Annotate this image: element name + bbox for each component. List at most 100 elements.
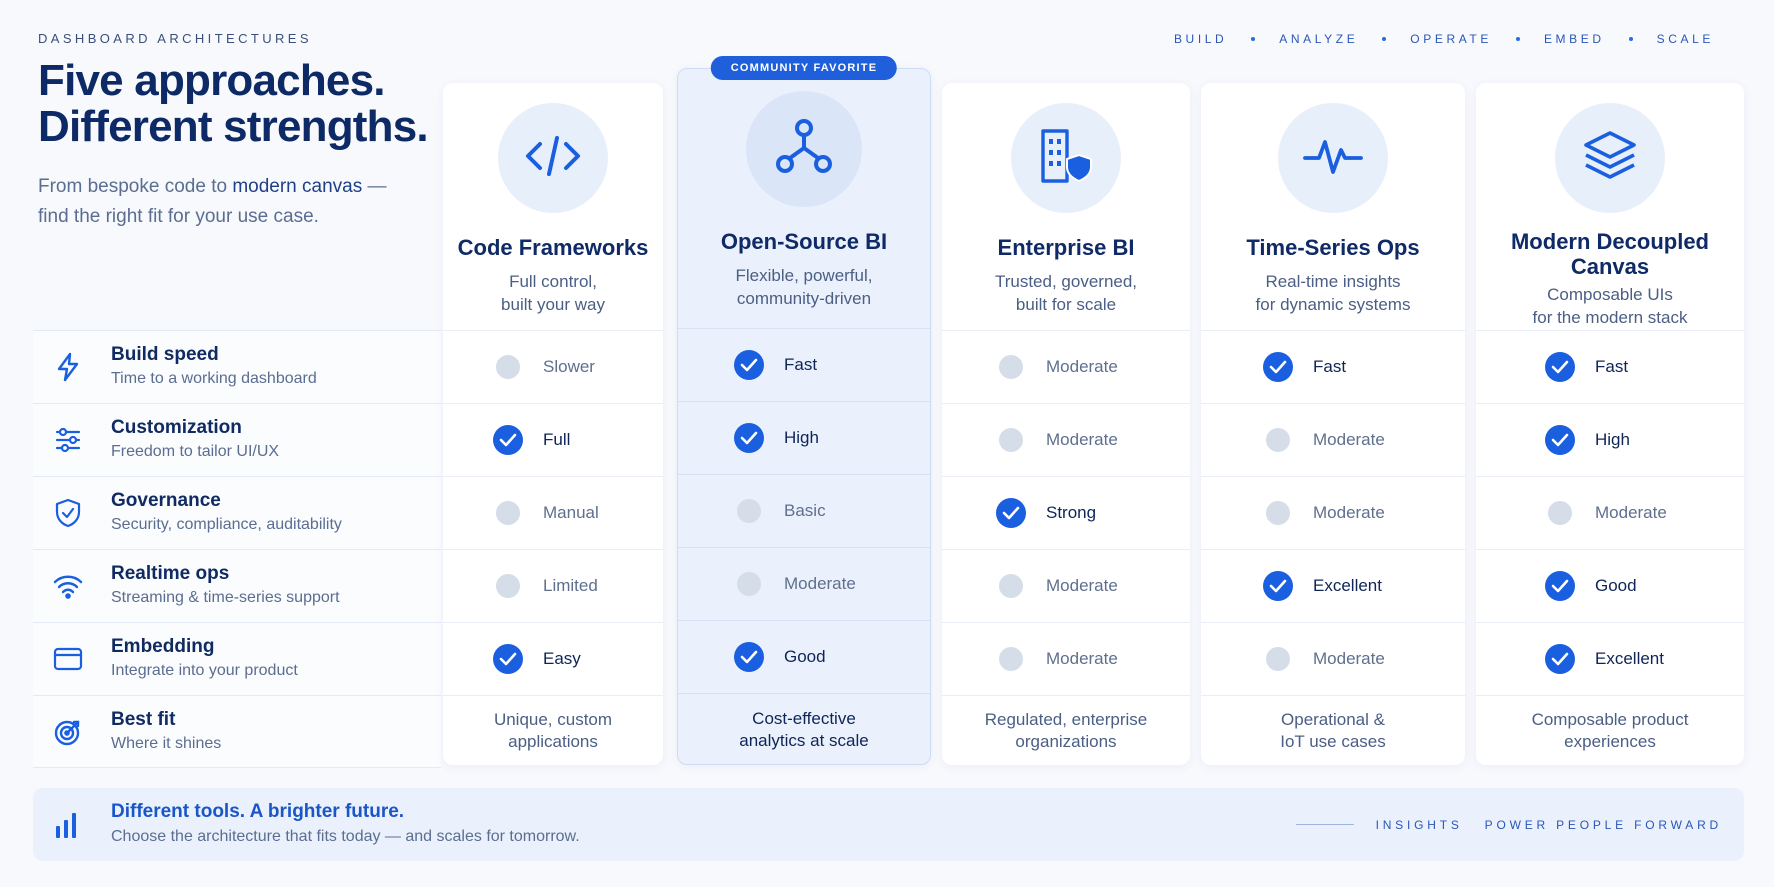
cell-best-fit: Cost-effective analytics at scale (678, 693, 930, 765)
code-icon (522, 134, 584, 183)
cell-customization: Full (443, 403, 663, 476)
subtitle-pre: From bespoke code to (38, 176, 233, 197)
row-label-customization: Customization Freedom to tailor UI/UX (33, 403, 441, 476)
cell-value: Fast (784, 355, 818, 374)
eyebrow-label: DASHBOARD ARCHITECTURES (38, 31, 312, 46)
column-header: Code Frameworks Full control, built your … (443, 83, 663, 330)
nav-build[interactable]: BUILD (1174, 32, 1227, 46)
cell-value: Moderate (1046, 649, 1118, 668)
subtitle-line: for dynamic systems (1255, 295, 1411, 314)
subtitle-line: community-driven (736, 289, 872, 308)
cell-embedding: Good (678, 620, 930, 693)
check-icon (1545, 571, 1575, 601)
neutral-dot-icon (999, 647, 1023, 671)
sliders-icon (53, 425, 83, 455)
column-subtitle: Trusted, governed, built for scale (942, 270, 1190, 316)
row-labels: Build speed Time to a working dashboard C… (33, 330, 441, 768)
fit-line: Unique, custom (493, 709, 613, 729)
cell-value: Easy (543, 649, 581, 668)
cell-realtime-ops: Excellent (1201, 549, 1465, 622)
row-desc: Integrate into your product (111, 662, 298, 679)
top-nav: BUILD ANALYZE OPERATE EMBED SCALE (1174, 32, 1714, 46)
column-title: Modern Decoupled Canvas (1510, 229, 1709, 279)
building-shield-icon (1035, 125, 1097, 192)
browser-window-icon (53, 644, 83, 674)
cell-value: Limited (543, 576, 598, 595)
cell-value: Moderate (1046, 576, 1118, 595)
row-title: Best fit (111, 708, 176, 730)
row-title: Embedding (111, 636, 215, 657)
cell-value: Fast (1313, 357, 1347, 376)
column-modern-decoupled-canvas: Modern Decoupled Canvas Composable UIs fo… (1476, 83, 1744, 765)
row-title: Build speed (111, 344, 219, 365)
fit-line: applications (508, 731, 598, 751)
subtitle-line: Real-time insights (1265, 272, 1401, 291)
cell-build-speed: Fast (1201, 330, 1465, 403)
page-subtitle: From bespoke code to modern canvas — fin… (38, 172, 418, 232)
cell-embedding: Moderate (942, 622, 1190, 695)
cell-value: Excellent (1313, 576, 1382, 595)
row-title: Realtime ops (111, 563, 230, 584)
column-title: Open-Source BI (720, 229, 888, 254)
fit-line: Cost-effective (752, 708, 856, 728)
check-icon (734, 642, 764, 672)
cell-value: Slower (543, 357, 595, 376)
fit-line: Composable product (1531, 709, 1689, 729)
cell-embedding: Moderate (1201, 622, 1465, 695)
cell-embedding: Easy (443, 622, 663, 695)
nav-scale[interactable]: SCALE (1657, 32, 1714, 46)
subtitle-line: Flexible, powerful, (735, 266, 873, 285)
nav-embed[interactable]: EMBED (1544, 32, 1605, 46)
cell-governance: Strong (942, 476, 1190, 549)
subtitle-line: Full control, (509, 272, 597, 291)
row-label-build-speed: Build speed Time to a working dashboard (33, 330, 441, 403)
page-title-line-2: Different strengths. (38, 102, 429, 151)
cell-governance: Basic (678, 474, 930, 547)
cell-value: Moderate (1313, 649, 1385, 668)
check-icon (734, 350, 764, 380)
check-icon (1545, 352, 1575, 382)
cell-governance: Manual (443, 476, 663, 549)
cell-value: High (1595, 430, 1630, 449)
row-desc: Streaming & time-series support (111, 589, 340, 606)
divider-rule (1295, 824, 1354, 825)
nav-operate[interactable]: OPERATE (1410, 32, 1492, 46)
wifi-icon (53, 571, 83, 601)
row-title: Governance (111, 490, 221, 511)
cell-value: High (784, 428, 819, 447)
fit-line: analytics at scale (739, 730, 869, 750)
row-desc: Security, compliance, auditability (111, 516, 342, 533)
column-enterprise-bi: Enterprise BI Trusted, governed, built fo… (942, 83, 1190, 765)
check-icon (996, 498, 1026, 528)
cell-value: Good (1595, 576, 1637, 595)
nav-analyze[interactable]: ANALYZE (1279, 32, 1358, 46)
cell-value: Excellent (1595, 649, 1664, 668)
cell-customization: Moderate (1201, 403, 1465, 476)
fit-line: Operational & (1281, 709, 1385, 729)
fit-line: Regulated, enterprise (984, 709, 1148, 729)
row-label-embedding: Embedding Integrate into your product (33, 622, 441, 695)
column-title: Enterprise BI (997, 235, 1135, 260)
row-desc: Time to a working dashboard (111, 370, 317, 387)
neutral-dot-icon (1548, 501, 1572, 525)
check-icon (1545, 644, 1575, 674)
pulse-icon (1301, 132, 1365, 185)
lightning-icon (53, 352, 83, 382)
cell-customization: High (1476, 403, 1744, 476)
footer-banner: Different tools. A brighter future. Choo… (33, 788, 1744, 861)
page-title: Five approaches. Different strengths. (38, 58, 458, 150)
cell-value: Moderate (784, 574, 856, 593)
tagline-power-people-forward: POWER PEOPLE FORWARD (1484, 817, 1722, 832)
column-header: Enterprise BI Trusted, governed, built fo… (942, 83, 1190, 330)
cell-embedding: Excellent (1476, 622, 1744, 695)
cell-value: Basic (784, 501, 826, 520)
subtitle-emphasis: modern canvas (232, 176, 363, 197)
column-header: Open-Source BI Flexible, powerful, commun… (678, 81, 930, 328)
neutral-dot-icon (737, 499, 761, 523)
column-subtitle: Real-time insights for dynamic systems (1201, 270, 1465, 316)
cell-value: Moderate (1046, 430, 1118, 449)
column-header: Time-Series Ops Real-time insights for dy… (1201, 83, 1465, 330)
subtitle-line: for the modern stack (1532, 308, 1688, 327)
column-open-source-bi: COMMUNITY FAVORITE Open-Source BI Flexib… (677, 56, 931, 765)
column-subtitle: Composable UIs for the modern stack (1476, 283, 1744, 329)
